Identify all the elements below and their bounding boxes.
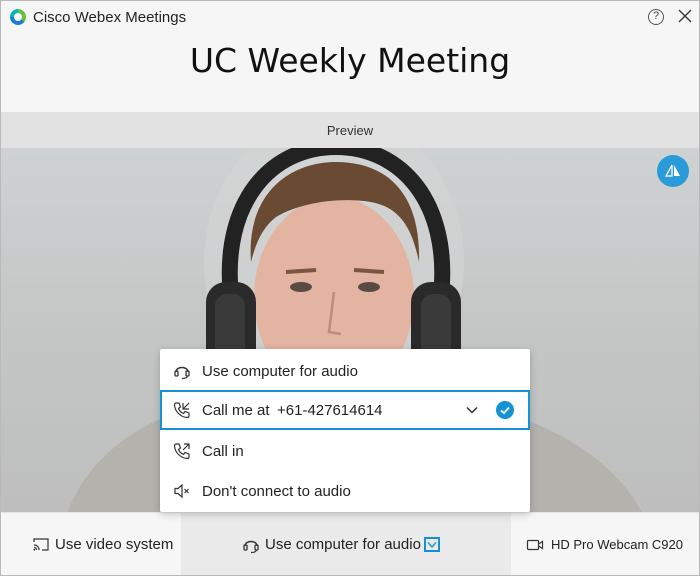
speaker-muted-icon (174, 483, 189, 499)
chevron-down-icon (427, 541, 437, 548)
call-me-icon (173, 402, 190, 419)
menu-item-call-me[interactable]: Call me at +61-427614614 (160, 390, 530, 430)
mirror-view-button[interactable] (657, 155, 689, 187)
menu-item-call-in[interactable]: Call in (160, 431, 530, 471)
camera-name-label: HD Pro Webcam C920 (551, 537, 683, 552)
selected-check-icon (496, 401, 514, 419)
title-bar: Cisco Webex Meetings ? (1, 1, 699, 33)
menu-item-label: Call in (202, 443, 244, 460)
audio-connection-button[interactable]: Use computer for audio (242, 513, 440, 575)
preview-label: Preview (326, 123, 374, 138)
headset-icon (243, 540, 259, 553)
mirror-view-icon (665, 164, 680, 177)
video-camera-icon (526, 539, 544, 550)
use-video-system-button[interactable]: Use video system (32, 513, 174, 575)
webex-window: Cisco Webex Meetings ? UC Weekly Meeting (0, 0, 700, 576)
chevron-down-icon[interactable] (465, 403, 479, 417)
close-button[interactable] (675, 6, 695, 26)
cast-screen-icon (33, 537, 49, 551)
headset-icon (174, 366, 190, 380)
help-button[interactable]: ? (648, 9, 664, 25)
menu-item-label: Call me at (202, 402, 270, 419)
audio-connection-menu: Use computer for audio Call me at +61-42… (160, 349, 530, 512)
close-icon (678, 9, 692, 23)
menu-item-dont-connect-audio[interactable]: Don't connect to audio (160, 471, 530, 511)
menu-item-label: Use computer for audio (202, 363, 358, 380)
menu-item-label: Don't connect to audio (202, 483, 351, 500)
meeting-title: UC Weekly Meeting (189, 41, 511, 80)
camera-select-button[interactable]: HD Pro Webcam C920 (526, 513, 683, 575)
audio-options-dropdown-button[interactable] (423, 537, 440, 552)
menu-item-use-computer-audio[interactable]: Use computer for audio (160, 351, 530, 391)
call-me-phone-number[interactable]: +61-427614614 (277, 402, 383, 419)
app-title: Cisco Webex Meetings (33, 9, 187, 26)
use-video-system-label: Use video system (55, 536, 174, 553)
call-in-icon (173, 443, 190, 460)
webex-logo-icon (10, 9, 26, 25)
audio-connection-label: Use computer for audio (265, 536, 421, 553)
bottom-bar: Use video system Use computer for audio … (1, 512, 699, 575)
